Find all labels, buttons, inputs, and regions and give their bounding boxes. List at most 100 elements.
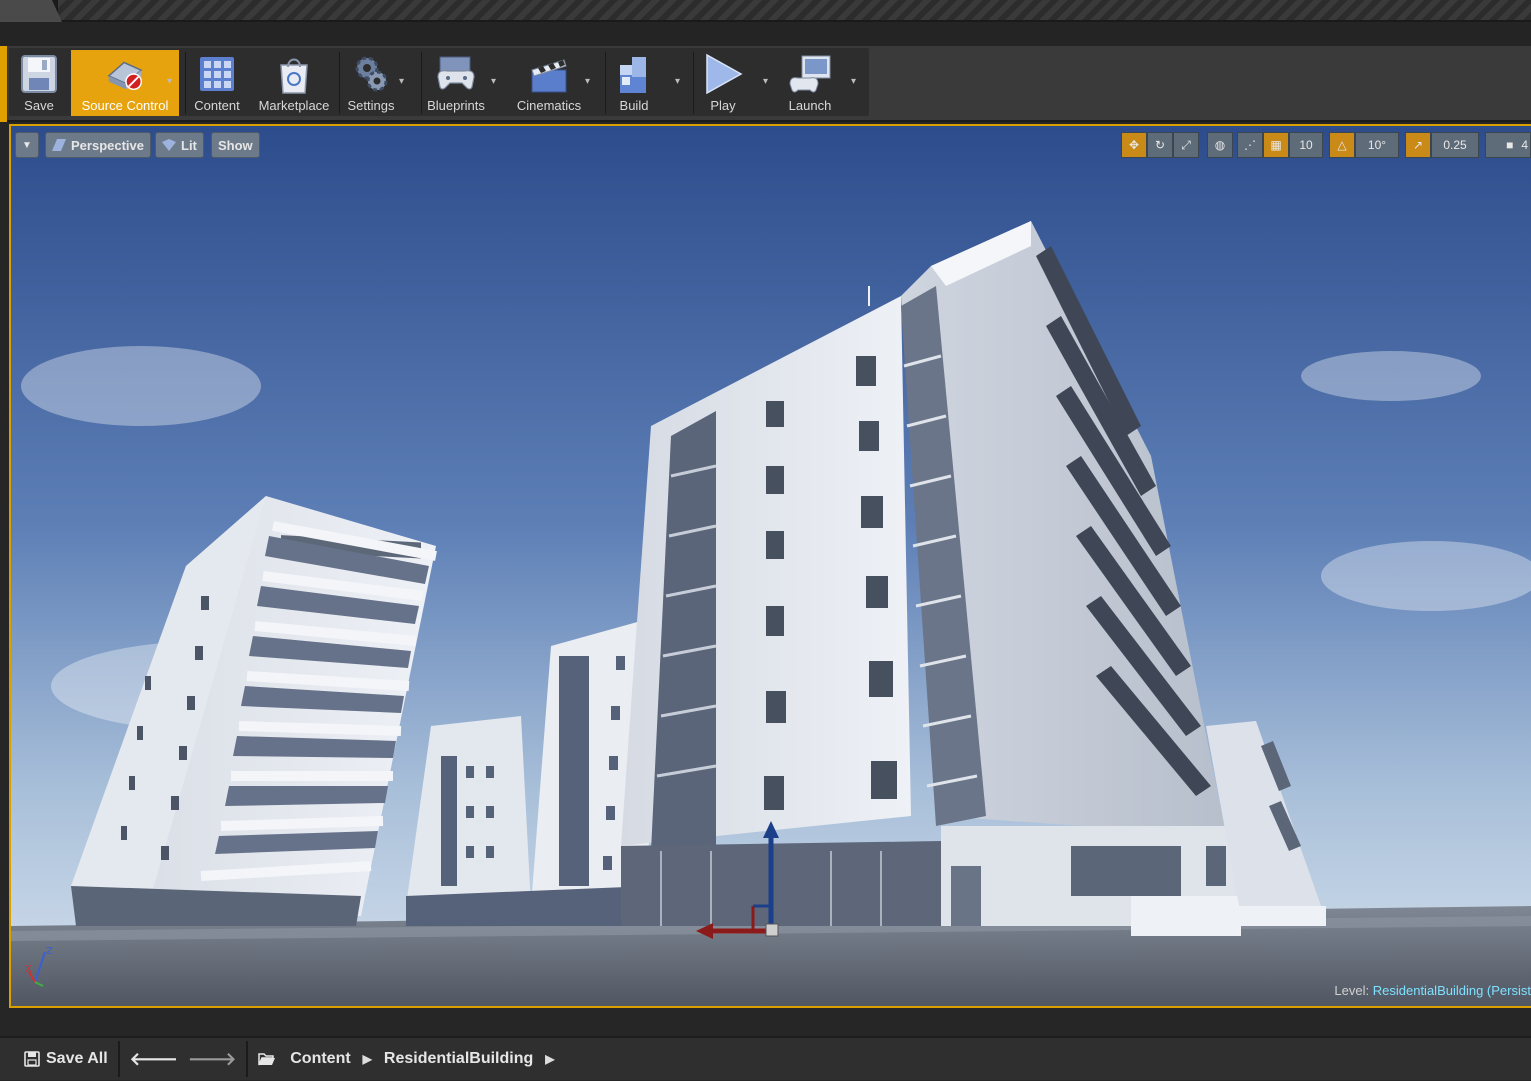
- chevron-right-icon[interactable]: ▶: [545, 1052, 554, 1066]
- save-all-button[interactable]: Save All: [6, 1037, 118, 1081]
- grid-snap-group: ⋰ ▦ 10: [1237, 132, 1323, 158]
- svg-text:X: X: [25, 964, 32, 975]
- play-button[interactable]: Play: [697, 50, 749, 116]
- launch-button[interactable]: Launch: [781, 50, 839, 116]
- camera-speed-value: 4: [1521, 138, 1528, 152]
- scale-icon: ⤢: [1181, 137, 1191, 152]
- toolbar-separator: [339, 52, 340, 114]
- toolbar-separator: [605, 52, 606, 114]
- save-button-label: Save: [24, 98, 54, 113]
- blueprints-dropdown-caret[interactable]: ▾: [491, 76, 501, 87]
- camera-speed-group: ■ 4: [1485, 132, 1531, 158]
- build-button-label: Build: [619, 98, 649, 113]
- level-editor-tab[interactable]: [0, 0, 62, 22]
- folder-icon-button[interactable]: [248, 1037, 286, 1081]
- blueprints-button-label: Blueprints: [427, 98, 485, 113]
- chevron-right-icon[interactable]: ▶: [363, 1052, 372, 1066]
- toolbar-separator: [185, 52, 186, 114]
- perspective-icon: [52, 139, 66, 151]
- rotate-mode-button[interactable]: ↻: [1147, 132, 1173, 158]
- level-editor-toolbar: Save Source Control ▾ Content Marketplac…: [0, 46, 1531, 122]
- tab-strip-background: [58, 0, 1531, 20]
- launch-dropdown-caret[interactable]: ▾: [851, 76, 861, 87]
- breadcrumb-content-label: Content: [290, 1050, 351, 1067]
- scale-mode-button[interactable]: ⤢: [1173, 132, 1199, 158]
- content-button[interactable]: Content: [189, 50, 245, 116]
- surface-snap-icon: ⋰: [1244, 138, 1256, 152]
- save-button[interactable]: Save: [13, 50, 65, 116]
- scale-snap-group: ↗ 0.25: [1405, 132, 1479, 158]
- cinematics-dropdown-caret[interactable]: ▾: [585, 76, 595, 87]
- source-control-dropdown-caret[interactable]: ▾: [167, 76, 177, 87]
- content-browser-bar: Save All 🡐 🡒 Content ▶ ResidentialBuildi…: [0, 1036, 1531, 1080]
- panel-gap: [0, 1008, 1531, 1036]
- history-forward-button[interactable]: 🡒: [188, 1037, 246, 1081]
- source-control-icon: [103, 52, 147, 96]
- rotation-snap-value-label: 10°: [1367, 138, 1387, 152]
- arrow-left-icon: 🡐: [129, 1048, 178, 1069]
- play-button-label: Play: [710, 98, 736, 113]
- perspective-button[interactable]: Perspective: [45, 132, 151, 158]
- level-prefix: Level:: [1334, 983, 1370, 998]
- marketplace-button-label: Marketplace: [258, 98, 330, 113]
- world-coordinates-button[interactable]: ◍: [1207, 132, 1233, 158]
- rotation-snap-value[interactable]: 10°: [1355, 132, 1399, 158]
- save-icon: [24, 1051, 40, 1067]
- history-back-button[interactable]: 🡐: [120, 1037, 188, 1081]
- folder-open-icon: [258, 1053, 276, 1066]
- cinematics-icon: [527, 52, 571, 96]
- viewport-options-menu[interactable]: ▼: [15, 132, 39, 158]
- save-all-label: Save All: [46, 1050, 108, 1067]
- camera-icon: ■: [1506, 138, 1514, 152]
- chevron-down-icon: ▼: [22, 139, 32, 151]
- build-dropdown-caret[interactable]: ▾: [675, 76, 685, 87]
- content-icon: [195, 52, 239, 96]
- show-label: Show: [218, 137, 253, 153]
- axis-indicator: Z X: [25, 946, 53, 987]
- show-button[interactable]: Show: [211, 132, 260, 158]
- breadcrumb-content[interactable]: Content: [286, 1037, 350, 1081]
- camera-speed-button[interactable]: ■ 4: [1485, 132, 1531, 158]
- tab-strip: [0, 0, 1531, 22]
- grid-snap-toggle[interactable]: ▦: [1263, 132, 1289, 158]
- grid-snap-value[interactable]: 10: [1289, 132, 1323, 158]
- content-button-label: Content: [194, 98, 240, 113]
- lit-button[interactable]: Lit: [155, 132, 204, 158]
- breadcrumb-residential-building-label: ResidentialBuilding: [383, 1050, 534, 1067]
- scale-snap-icon: ↗: [1412, 138, 1424, 152]
- save-icon: [17, 52, 61, 96]
- level-viewport[interactable]: ▼ Perspective Lit Show ✥ ↻ ⤢ ◍ ⋰ ▦ 10 △ …: [9, 124, 1531, 1008]
- toolbar-panel: Save Source Control ▾ Content Marketplac…: [9, 48, 869, 116]
- cinematics-button-label: Cinematics: [516, 98, 582, 113]
- viewport-scene[interactable]: [11, 126, 1531, 1008]
- lit-icon: [162, 139, 176, 151]
- grid-snap-value-label: 10: [1299, 138, 1313, 152]
- rotation-snap-toggle[interactable]: △: [1329, 132, 1355, 158]
- globe-icon: ◍: [1214, 138, 1226, 152]
- source-control-button[interactable]: Source Control: [71, 50, 179, 116]
- angle-icon: △: [1337, 138, 1347, 152]
- perspective-label: Perspective: [71, 137, 144, 153]
- svg-text:Z: Z: [46, 946, 53, 957]
- translate-mode-button[interactable]: ✥: [1121, 132, 1147, 158]
- toolbar-separator: [693, 52, 694, 114]
- blueprints-button[interactable]: Blueprints: [423, 50, 489, 116]
- breadcrumb-residential-building[interactable]: ResidentialBuilding: [384, 1037, 533, 1081]
- surface-snap-button[interactable]: ⋰: [1237, 132, 1263, 158]
- blueprints-icon: [434, 52, 478, 96]
- launch-button-label: Launch: [788, 98, 832, 113]
- play-dropdown-caret[interactable]: ▾: [763, 76, 773, 87]
- scale-snap-value[interactable]: 0.25: [1431, 132, 1479, 158]
- play-icon: [701, 52, 745, 96]
- marketplace-button[interactable]: Marketplace: [253, 50, 335, 116]
- coordinate-system-group: ◍: [1207, 132, 1233, 158]
- settings-button[interactable]: Settings: [343, 50, 399, 116]
- build-button[interactable]: Build: [607, 50, 661, 116]
- scale-snap-toggle[interactable]: ↗: [1405, 132, 1431, 158]
- cinematics-button[interactable]: Cinematics: [509, 50, 589, 116]
- level-indicator: Level: ResidentialBuilding (Persist: [1334, 983, 1531, 998]
- tab-gap: [0, 22, 1531, 46]
- rotation-snap-group: △ 10°: [1329, 132, 1399, 158]
- settings-button-label: Settings: [347, 98, 395, 113]
- settings-dropdown-caret[interactable]: ▾: [399, 76, 409, 87]
